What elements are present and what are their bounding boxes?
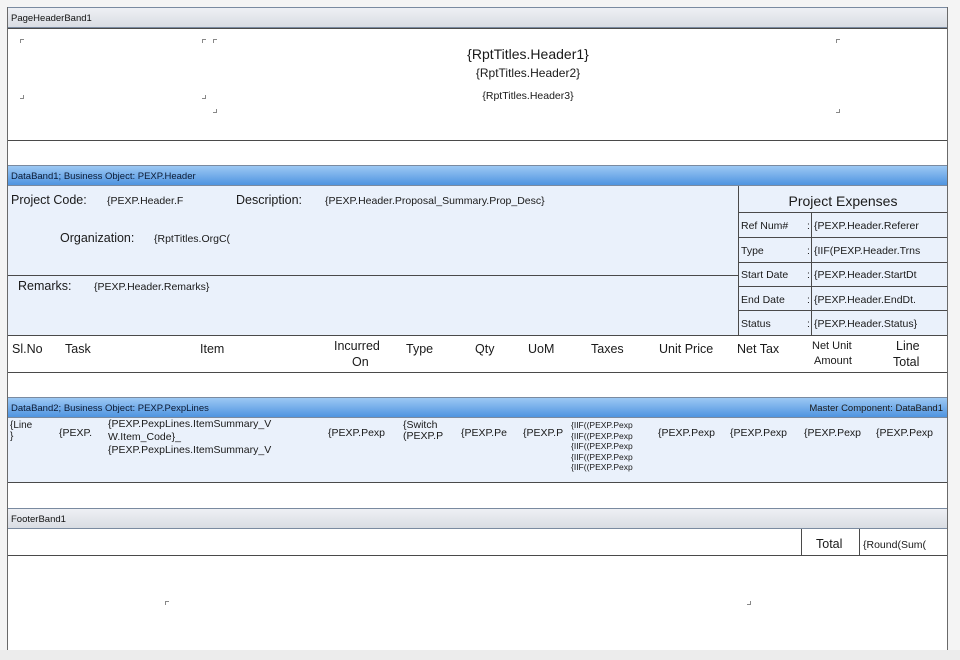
bottom-scrollbar-area[interactable] <box>0 650 960 660</box>
description-field[interactable]: {PEXP.Header.Proposal_Summary.Prop_Desc} <box>325 195 545 207</box>
cell-line[interactable]: {Line } <box>10 420 42 442</box>
cell-taxes-text-2: {IIF((PEXP.Pexp <box>571 430 633 441</box>
col-header-incurred-2[interactable]: On <box>352 355 369 369</box>
footer-band-title[interactable]: FooterBand1 <box>8 508 947 529</box>
cell-item[interactable]: {PEXP.PexpLines.ItemSummary_V W.Item_Cod… <box>108 418 323 457</box>
footer-divider <box>801 529 802 555</box>
ref-num-label[interactable]: Ref Num# <box>741 220 788 232</box>
footer-divider <box>859 529 860 555</box>
divider <box>8 275 738 276</box>
panel-divider <box>811 212 812 335</box>
remarks-label[interactable]: Remarks: <box>18 279 71 293</box>
start-date-label[interactable]: Start Date <box>741 269 788 281</box>
divider <box>738 262 947 263</box>
col-header-type[interactable]: Type <box>406 342 433 356</box>
cell-qty[interactable]: {PEXP.Pe <box>461 427 519 439</box>
corner-mark <box>20 39 24 43</box>
col-header-unit-price[interactable]: Unit Price <box>659 342 713 356</box>
organization-label[interactable]: Organization: <box>60 231 134 245</box>
status-label[interactable]: Status <box>741 318 771 330</box>
col-header-slno[interactable]: Sl.No <box>12 342 43 356</box>
cell-net-unit-amount[interactable]: {PEXP.Pexp <box>804 427 874 439</box>
col-header-item[interactable]: Item <box>200 342 224 356</box>
cell-taxes-text-3: {IIF((PEXP.Pexp <box>571 441 633 451</box>
footer-band[interactable] <box>8 529 947 556</box>
cell-type-text-2: (PEXP.P <box>403 430 444 442</box>
organization-field[interactable]: {RptTitles.OrgC( <box>154 233 251 245</box>
divider <box>738 237 947 238</box>
cell-unit-price[interactable]: {PEXP.Pexp <box>658 427 728 439</box>
corner-mark <box>165 601 169 605</box>
colon: : <box>807 269 810 281</box>
col-header-net-tax[interactable]: Net Tax <box>737 342 779 356</box>
col-header-task[interactable]: Task <box>65 342 91 356</box>
corner-mark <box>836 39 840 43</box>
col-header-uom[interactable]: UoM <box>528 342 554 356</box>
corner-mark <box>202 95 206 99</box>
cell-item-text-1: {PEXP.PexpLines.ItemSummary_V <box>108 418 272 430</box>
cell-taxes-text-1: {IIF((PEXP.Pexp <box>571 420 633 430</box>
colon: : <box>807 294 810 306</box>
data-band-1-title[interactable]: DataBand1; Business Object: PEXP.Header <box>8 165 947 186</box>
cell-line-total[interactable]: {PEXP.Pexp <box>876 427 947 439</box>
cell-taxes-text-4: {IIF((PEXP.Pexp <box>571 451 633 462</box>
report-title-3[interactable]: {RptTitles.Header3} <box>308 90 748 102</box>
cell-line-text-1: {Line <box>10 420 33 431</box>
col-header-incurred[interactable]: Incurred <box>334 339 380 353</box>
corner-mark <box>747 601 751 605</box>
cell-taxes-text-5: {IIF((PEXP.Pexp <box>571 462 633 472</box>
end-date-label[interactable]: End Date <box>741 294 785 306</box>
end-date-field[interactable]: {PEXP.Header.EndDt. <box>814 294 947 306</box>
col-header-net-unit[interactable]: Net Unit <box>812 340 852 352</box>
cell-task[interactable]: {PEXP. <box>59 427 105 439</box>
project-expenses-title[interactable]: Project Expenses <box>739 193 947 209</box>
cell-item-text-3: {PEXP.PexpLines.ItemSummary_V <box>108 444 272 456</box>
remarks-field[interactable]: {PEXP.Header.Remarks} <box>94 281 209 293</box>
cell-incurred[interactable]: {PEXP.Pexp <box>328 427 400 439</box>
corner-mark <box>213 109 217 113</box>
corner-mark <box>836 109 840 113</box>
col-header-qty[interactable]: Qty <box>475 342 494 356</box>
corner-mark <box>202 39 206 43</box>
corner-mark <box>20 95 24 99</box>
colon: : <box>807 318 810 330</box>
divider <box>738 212 947 213</box>
cell-line-text-2: } <box>10 431 14 442</box>
colon: : <box>807 245 810 257</box>
divider <box>738 286 947 287</box>
report-title-1[interactable]: {RptTitles.Header1} <box>308 46 748 62</box>
divider <box>738 310 947 311</box>
corner-mark <box>213 39 217 43</box>
report-designer-page: PageHeaderBand1 {RptTitles.Header1} {Rpt… <box>7 7 948 650</box>
footer-total-label[interactable]: Total <box>816 537 842 551</box>
colon: : <box>807 220 810 232</box>
col-header-line-total[interactable]: Line <box>896 339 920 353</box>
cell-uom[interactable]: {PEXP.P <box>523 427 569 439</box>
type-field[interactable]: {IIF(PEXP.Header.Trns <box>814 245 947 257</box>
cell-item-text-2: W.Item_Code}_ <box>108 431 181 443</box>
start-date-field[interactable]: {PEXP.Header.StartDt <box>814 269 947 281</box>
footer-total-field[interactable]: {Round(Sum( <box>863 539 947 551</box>
status-field[interactable]: {PEXP.Header.Status} <box>814 318 947 330</box>
col-header-taxes[interactable]: Taxes <box>591 342 624 356</box>
report-title-2[interactable]: {RptTitles.Header2} <box>308 66 748 80</box>
ref-num-field[interactable]: {PEXP.Header.Referer <box>814 220 947 232</box>
page-header-band-title[interactable]: PageHeaderBand1 <box>8 7 947 28</box>
cell-net-tax[interactable]: {PEXP.Pexp <box>730 427 802 439</box>
description-label[interactable]: Description: <box>236 193 302 207</box>
data-band-2-title[interactable]: DataBand2; Business Object: PEXP.PexpLin… <box>8 397 947 418</box>
cell-taxes[interactable]: {IIF((PEXP.Pexp {IIF((PEXP.Pexp {IIF((PE… <box>571 420 655 473</box>
cell-type[interactable]: {Switch (PEXP.P <box>403 420 459 442</box>
col-header-line-total-2[interactable]: Total <box>893 355 919 369</box>
col-header-net-unit-2[interactable]: Amount <box>814 355 852 367</box>
project-code-field[interactable]: {PEXP.Header.F <box>107 195 203 207</box>
type-label[interactable]: Type <box>741 245 764 257</box>
project-code-label[interactable]: Project Code: <box>11 193 87 207</box>
page-header-band[interactable]: {RptTitles.Header1} {RptTitles.Header2} … <box>8 28 947 141</box>
master-component-label: Master Component: DataBand1 <box>809 403 943 414</box>
